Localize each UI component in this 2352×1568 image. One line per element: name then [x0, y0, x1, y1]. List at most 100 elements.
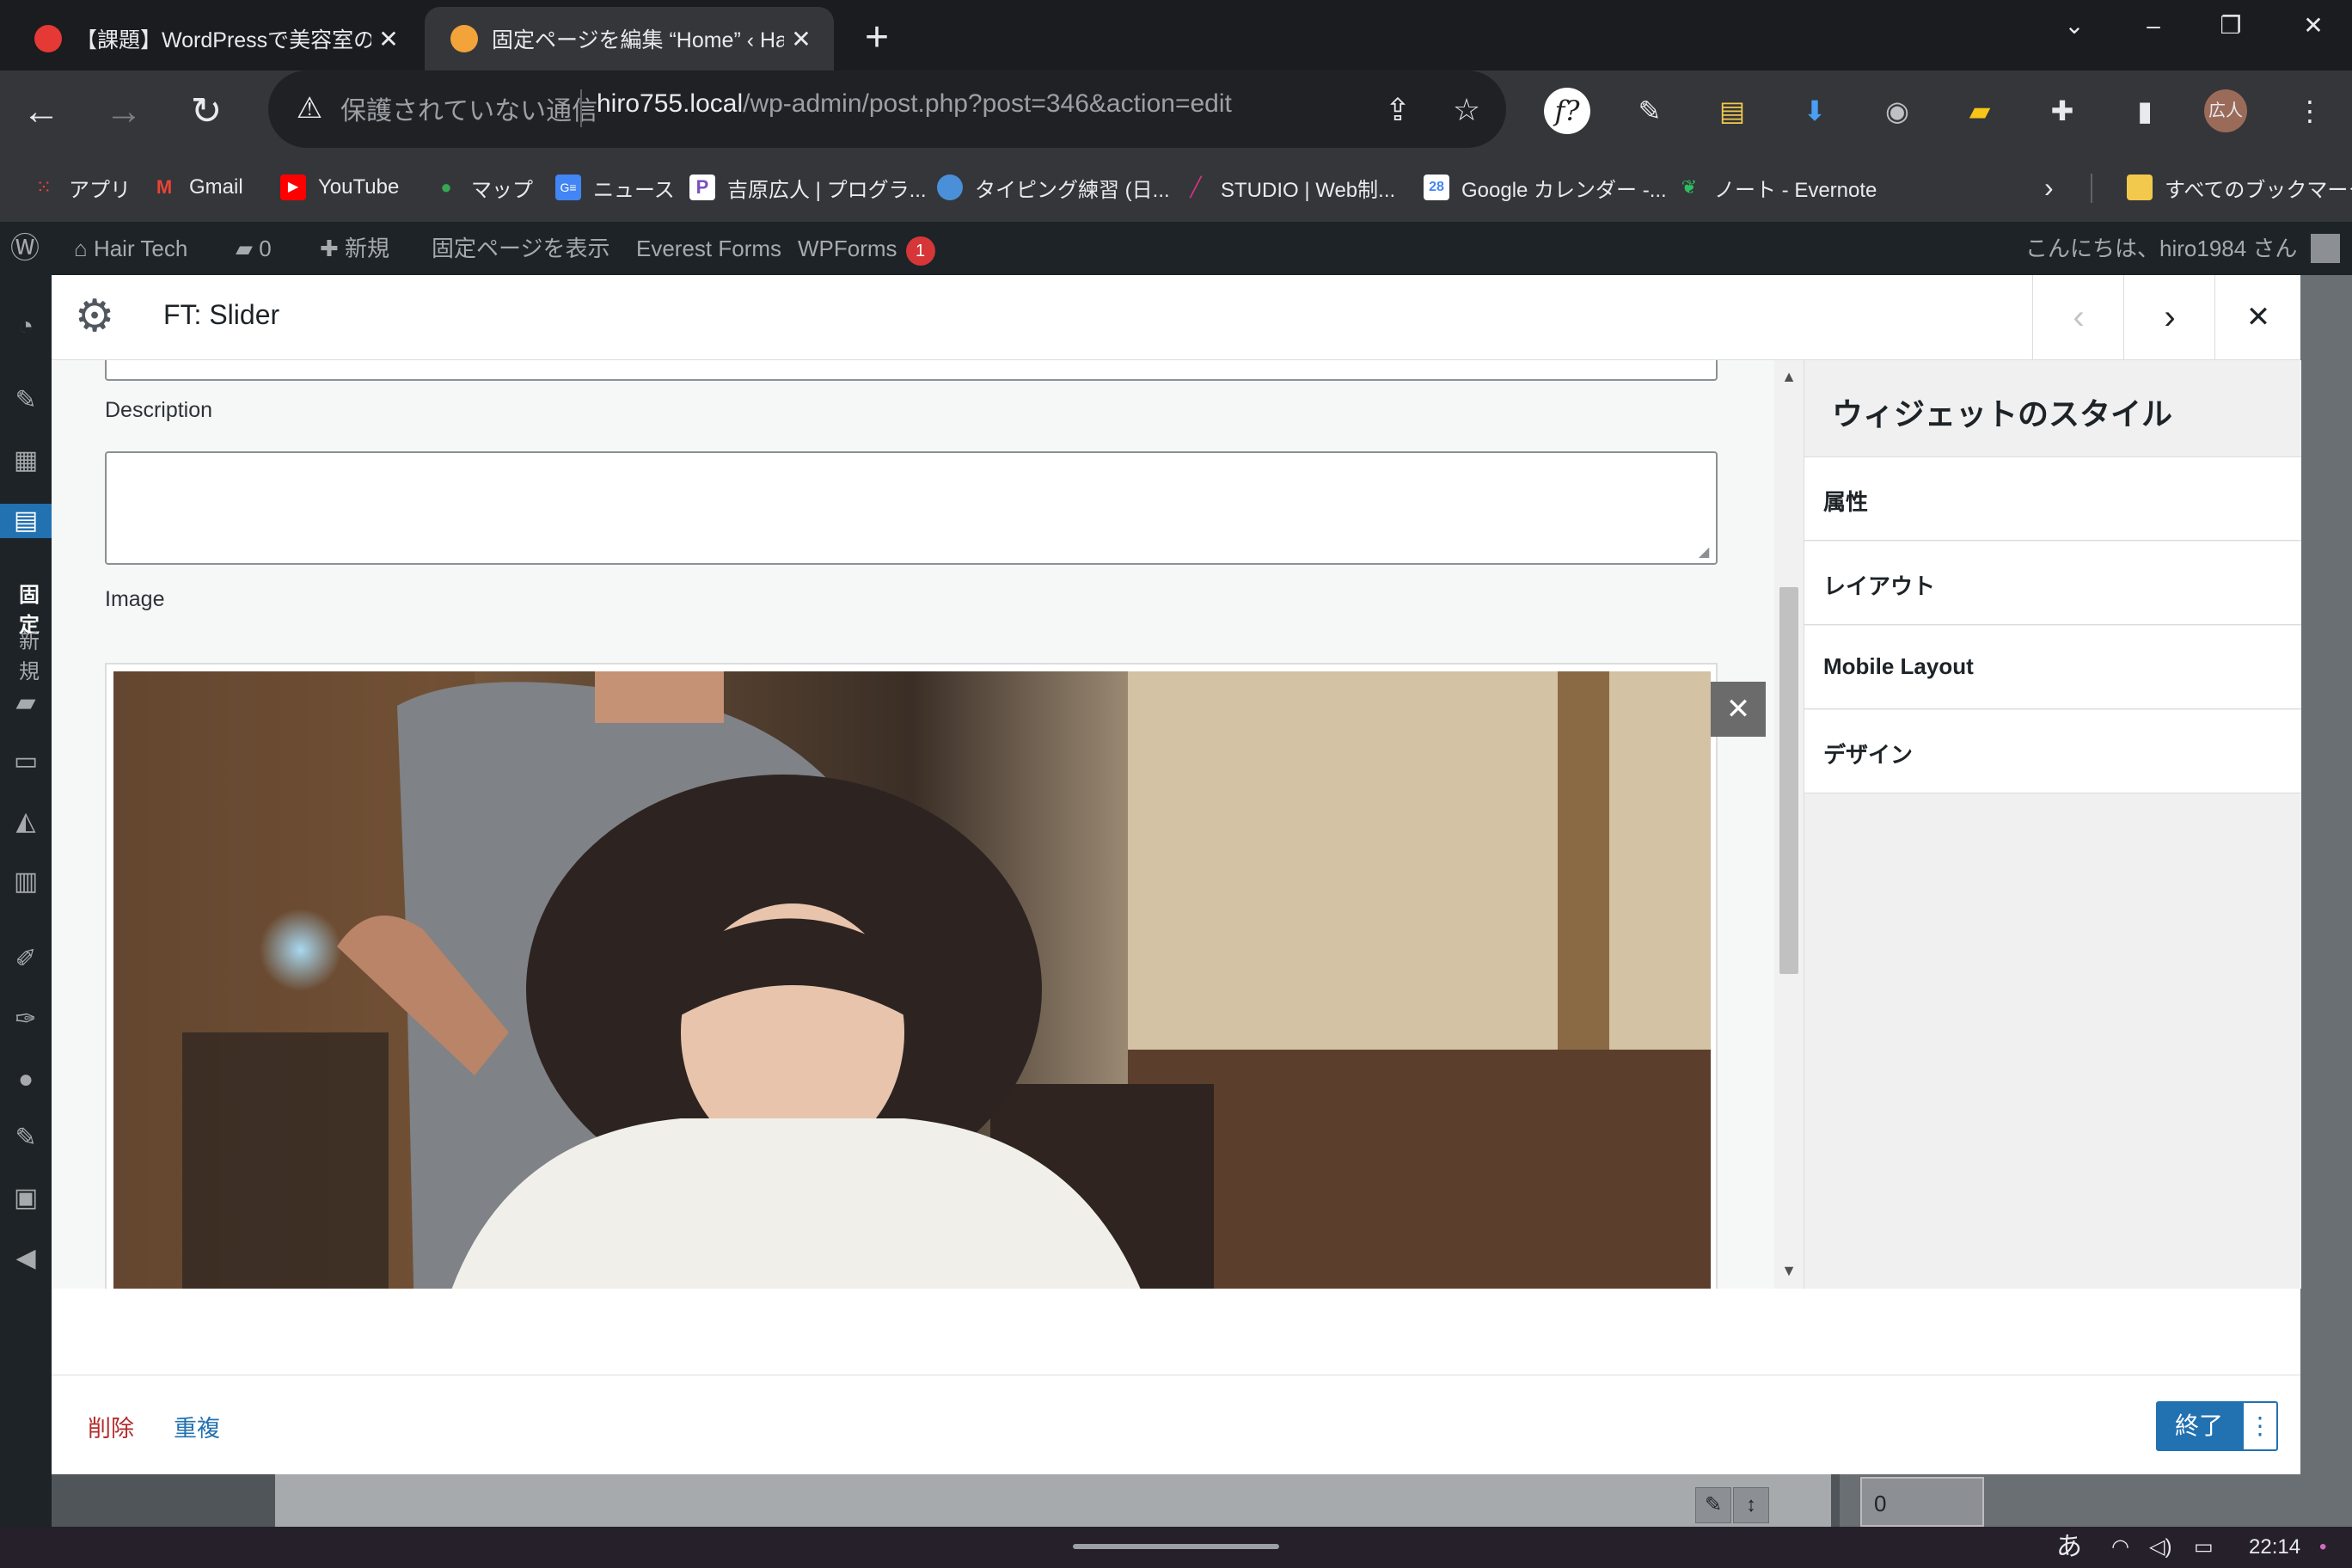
- duplicate-link[interactable]: 重複: [174, 1410, 220, 1443]
- text-input[interactable]: [105, 360, 1718, 381]
- comment-icon: ▰: [236, 236, 260, 261]
- new-tab-icon[interactable]: +: [851, 12, 903, 64]
- minimize-icon[interactable]: –: [2115, 0, 2192, 52]
- wordpress-logo-icon[interactable]: Ⓦ: [10, 232, 40, 265]
- bookmark-news[interactable]: G≡ ニュース: [555, 167, 675, 208]
- scroll-up-arrow-icon[interactable]: ▲: [1774, 365, 1804, 388]
- forms-icon[interactable]: ▥: [9, 865, 43, 899]
- new-content-link[interactable]: ✚ 新規: [320, 232, 389, 265]
- bookmark-gmail[interactable]: M Gmail: [151, 167, 243, 208]
- pin-icon[interactable]: ✎: [9, 383, 43, 418]
- style-section-layout[interactable]: レイアウト: [1804, 542, 2301, 625]
- warning-icon[interactable]: ⚠: [292, 91, 327, 126]
- bookmark-apps[interactable]: ⁙ アプリ: [31, 167, 131, 208]
- greeting[interactable]: こんにちは、hiro1984 さん: [2025, 232, 2297, 265]
- ime-indicator[interactable]: あ: [2056, 1534, 2082, 1561]
- style-section-mobile-layout[interactable]: Mobile Layout: [1804, 626, 2301, 709]
- wifi-icon[interactable]: ◠: [2111, 1534, 2129, 1561]
- battery-icon[interactable]: ▭: [2194, 1534, 2214, 1561]
- comments-icon[interactable]: ▰: [9, 686, 43, 720]
- shelf-handle[interactable]: [1073, 1544, 1279, 1549]
- scroll-down-arrow-icon[interactable]: ▼: [1774, 1259, 1804, 1282]
- description-textarea[interactable]: ◢: [105, 451, 1718, 565]
- scroll-thumb[interactable]: [1779, 587, 1798, 974]
- sidebar-item-new[interactable]: 新規: [19, 624, 52, 684]
- url-text[interactable]: hiro755.local/wp-admin/post.php?post=346…: [597, 89, 1232, 119]
- font-finder-extension-icon[interactable]: f?: [1544, 88, 1590, 134]
- bookmark-star-icon[interactable]: ☆: [1446, 89, 1487, 131]
- bookmark-typing[interactable]: タイピング練習 (日...: [937, 167, 1170, 208]
- studio-icon: ╱: [1190, 176, 1202, 198]
- more-bookmarks-chevron-icon[interactable]: ›: [2044, 167, 2054, 208]
- close-tab-icon[interactable]: ✕: [371, 25, 406, 53]
- menu-kebab-icon[interactable]: ⋮: [2287, 88, 2333, 134]
- profile-avatar[interactable]: 広人: [2204, 89, 2247, 132]
- tools-icon[interactable]: ✐: [9, 942, 43, 977]
- share-icon[interactable]: ⇪: [1377, 89, 1418, 131]
- all-bookmarks[interactable]: すべてのブックマーク: [2127, 167, 2352, 208]
- plugins-icon[interactable]: ✑: [9, 1002, 43, 1037]
- next-widget-chevron-icon[interactable]: ›: [2123, 275, 2215, 359]
- wrench-icon[interactable]: ✎: [9, 1121, 43, 1155]
- more-options-icon[interactable]: ⋮: [2242, 1401, 2278, 1451]
- move-icon[interactable]: ↕: [1733, 1487, 1769, 1523]
- bookmark-youtube[interactable]: ▶ YouTube: [280, 167, 399, 208]
- wp-admin-sidebar: ◔ ✎ ▦ ▤ 固定 新規 ▰ ▭ ◭ ▥ ✐ ✑ ● ✎ ▣ ◀: [0, 275, 52, 1527]
- remove-image-icon[interactable]: ✕: [1711, 682, 1766, 737]
- camera-extension-icon[interactable]: ◉: [1874, 88, 1920, 134]
- bookmark-studio[interactable]: ╱ STUDIO | Web制...: [1183, 167, 1395, 208]
- form-scrollbar[interactable]: ▲ ▼: [1774, 360, 1804, 1289]
- close-tab-icon[interactable]: ✕: [784, 25, 818, 53]
- settings-icon[interactable]: ▣: [9, 1181, 43, 1216]
- style-panel-header: ウィジェットのスタイル: [1804, 360, 2301, 457]
- bookmark-profile-page[interactable]: P 吉原広人 | プログラ...: [689, 167, 927, 208]
- previous-widget-chevron-icon[interactable]: ‹: [2032, 275, 2124, 359]
- address-bar[interactable]: ⚠ 保護されていない通信 hiro755.local/wp-admin/post…: [268, 70, 1506, 148]
- notification-dot-icon[interactable]: •: [2319, 1534, 2326, 1561]
- collapse-icon[interactable]: ◀: [9, 1241, 43, 1276]
- resize-grip-icon[interactable]: ◢: [1699, 546, 1712, 560]
- comments-link[interactable]: ▰ 0: [236, 232, 272, 265]
- style-section-design[interactable]: デザイン: [1804, 710, 2301, 793]
- tab-search-icon[interactable]: ⌄: [2036, 0, 2113, 52]
- note-extension-icon[interactable]: ▤: [1709, 88, 1755, 134]
- side-panel-icon[interactable]: ▮: [2122, 88, 2168, 134]
- media-icon[interactable]: ▦: [9, 444, 43, 478]
- appearance-icon[interactable]: ◭: [9, 805, 43, 839]
- browser-toolbar: ← → ↻ ⚠ 保護されていない通信 hiro755.local/wp-admi…: [0, 70, 2352, 153]
- site-name[interactable]: ⌂ Hair Tech: [74, 232, 187, 265]
- folder-extension-icon[interactable]: ▰: [1957, 88, 2003, 134]
- folder-icon[interactable]: ▭: [9, 744, 43, 779]
- view-page-link[interactable]: 固定ページを表示: [432, 232, 609, 265]
- everest-forms-link[interactable]: Everest Forms: [636, 232, 781, 265]
- back-arrow-icon[interactable]: ←: [15, 86, 67, 138]
- security-label[interactable]: 保護されていない通信: [340, 89, 597, 127]
- tab-kadai[interactable]: 【課題】WordPressで美容室のサ ✕: [9, 7, 421, 70]
- delete-link[interactable]: 削除: [88, 1410, 134, 1443]
- style-section-attributes[interactable]: 属性: [1804, 457, 2301, 541]
- eyedropper-extension-icon[interactable]: ✎: [1626, 88, 1673, 134]
- forward-arrow-icon[interactable]: →: [98, 86, 150, 138]
- clock[interactable]: 22:14: [2249, 1534, 2300, 1561]
- users-icon[interactable]: ●: [9, 1063, 43, 1097]
- background-number-input[interactable]: 0: [1860, 1477, 1984, 1527]
- restore-icon[interactable]: ❐: [2192, 0, 2269, 52]
- close-icon[interactable]: ✕: [2214, 275, 2301, 359]
- home-icon: ⌂: [74, 236, 94, 261]
- dashboard-icon[interactable]: ◔: [9, 309, 43, 344]
- done-button[interactable]: 終了: [2156, 1401, 2242, 1451]
- bookmark-calendar[interactable]: 28 Google カレンダー -...: [1424, 167, 1667, 208]
- bookmark-evernote[interactable]: ❦ ノート - Evernote: [1676, 167, 1877, 208]
- bookmark-maps[interactable]: ● マップ: [433, 167, 533, 208]
- close-window-icon[interactable]: ✕: [2275, 0, 2352, 52]
- reload-icon[interactable]: ↻: [181, 86, 232, 138]
- extensions-puzzle-icon[interactable]: ✚: [2039, 88, 2086, 134]
- pages-icon[interactable]: ▤: [0, 504, 52, 538]
- user-avatar[interactable]: [2311, 234, 2340, 263]
- download-extension-icon[interactable]: ⬇: [1792, 88, 1838, 134]
- bookmark-label: 吉原広人 | プログラ...: [727, 178, 927, 202]
- tab-edit-page[interactable]: 固定ページを編集 “Home” ‹ Ha ✕: [425, 7, 834, 70]
- volume-icon[interactable]: ◁): [2149, 1534, 2171, 1561]
- wpforms-link[interactable]: WPForms 1: [798, 232, 935, 266]
- wrench-icon[interactable]: ✎: [1695, 1487, 1731, 1523]
